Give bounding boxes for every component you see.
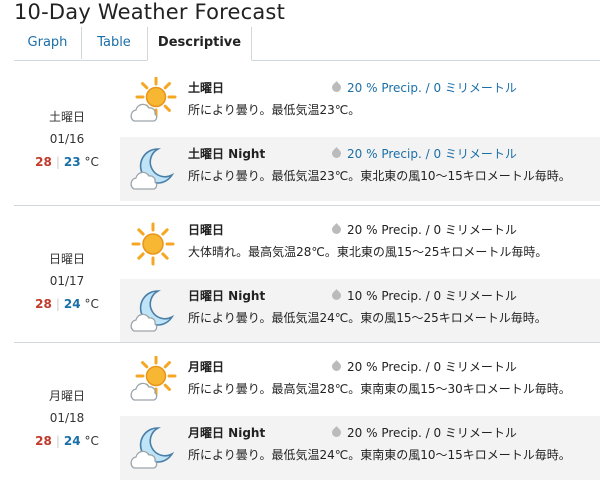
precip-amount: 0 — [433, 426, 442, 440]
period-name: 土曜日 Night — [188, 147, 266, 161]
period-description: 所により曇り。最低気温23℃。 — [188, 103, 361, 117]
raindrop-icon — [330, 289, 343, 302]
high-temp: 28 — [35, 434, 52, 448]
day-summary: 日曜日 01/17 28 | 24 °C — [14, 250, 120, 311]
precip-unit: ミリメートル — [444, 289, 517, 303]
period-name: 日曜日 Night — [188, 289, 266, 303]
day-name: 日曜日 — [48, 252, 85, 266]
precip-amount: 0 — [433, 360, 442, 374]
period-name: 月曜日 Night — [188, 426, 266, 440]
day-summary: 月曜日 01/18 28 | 24 °C — [14, 387, 120, 448]
precip-amount: 0 — [433, 223, 442, 237]
period-description: 所により曇り。最低気温24℃。東南東の風10～15キロメートル毎時。 — [188, 448, 571, 462]
high-temp: 28 — [35, 155, 52, 169]
forecast-period: 土曜日 Night 20 % Precip. / 0 ミリメートル 所により曇り… — [120, 137, 600, 201]
precip-info: 20 % Precip. / 0 ミリメートル — [330, 424, 517, 441]
forecast-period: 日曜日 20 % Precip. / 0 ミリメートル 大体晴れ。最高気温28℃… — [120, 213, 600, 277]
precip-unit: ミリメートル — [444, 147, 517, 161]
forecast-period: 月曜日 Night 20 % Precip. / 0 ミリメートル 所により曇り… — [120, 416, 600, 480]
precip-percent: 10 — [347, 289, 363, 303]
period-description: 所により曇り。最高気温28℃。東南東の風15～30キロメートル毎時。 — [188, 382, 571, 396]
period-description: 大体晴れ。最高気温28℃。東北東の風15～25キロメートル毎時。 — [188, 245, 548, 259]
period-name: 日曜日 — [188, 223, 225, 237]
tab-descriptive[interactable]: Descriptive — [147, 27, 252, 61]
temp-unit: °C — [84, 434, 99, 448]
precip-percent: 20 — [347, 426, 363, 440]
day-temps: 28 | 24 °C — [35, 434, 99, 448]
precip-info: 20 % Precip. / 0 ミリメートル — [330, 221, 517, 238]
day-temps: 28 | 23 °C — [35, 155, 99, 169]
raindrop-icon — [330, 81, 343, 94]
precip-unit: ミリメートル — [444, 223, 517, 237]
temp-unit: °C — [84, 297, 99, 311]
temp-unit: °C — [84, 155, 99, 169]
low-temp: 23 — [63, 155, 81, 169]
day-date: 01/16 — [49, 132, 85, 146]
day-row: 日曜日 01/17 28 | 24 °C 日曜日 20 % Precip. / 0 … — [0, 205, 600, 343]
precip-percent: 20 — [347, 147, 363, 161]
day-temps: 28 | 24 °C — [35, 297, 99, 311]
day-row: 月曜日 01/18 28 | 24 °C 月曜日 20 % Precip. / 0 … — [0, 342, 600, 480]
day-name: 土曜日 — [48, 110, 85, 124]
precip-percent: 20 — [347, 223, 363, 237]
precip-percent: 20 — [347, 81, 363, 95]
sun-cloud-icon — [128, 355, 178, 406]
low-temp: 24 — [63, 434, 81, 448]
precip-label: % Precip. / — [366, 360, 430, 374]
precip-unit: ミリメートル — [444, 426, 517, 440]
precip-info: 20 % Precip. / 0 ミリメートル — [330, 79, 517, 96]
precip-amount: 0 — [433, 81, 442, 95]
precip-unit: ミリメートル — [444, 81, 517, 95]
sun-cloud-icon — [128, 76, 178, 127]
period-name: 土曜日 — [188, 81, 225, 95]
sun-icon — [128, 219, 178, 269]
precip-label: % Precip. / — [366, 147, 430, 161]
precip-info: 20 % Precip. / 0 ミリメートル — [330, 145, 517, 162]
raindrop-icon — [330, 360, 343, 373]
precip-unit: ミリメートル — [444, 360, 517, 374]
raindrop-icon — [330, 426, 343, 439]
precip-label: % Precip. / — [366, 81, 430, 95]
day-row: 土曜日 01/16 28 | 23 °C 土曜日 20 % Precip. / 0 … — [0, 63, 600, 201]
view-tabs: Graph Table Descriptive — [14, 27, 600, 61]
high-temp: 28 — [35, 297, 52, 311]
page-title: 10-Day Weather Forecast — [14, 0, 285, 24]
precip-label: % Precip. / — [366, 426, 430, 440]
precip-info: 20 % Precip. / 0 ミリメートル — [330, 358, 517, 375]
precip-label: % Precip. / — [366, 289, 430, 303]
moon-cloud-icon — [128, 422, 178, 472]
period-description: 所により曇り。最低気温23℃。東北東の風10～15キロメートル毎時。 — [188, 169, 571, 183]
day-summary: 土曜日 01/16 28 | 23 °C — [14, 108, 120, 169]
day-date: 01/18 — [49, 411, 85, 425]
precip-percent: 20 — [347, 360, 363, 374]
precip-info: 10 % Precip. / 0 ミリメートル — [330, 287, 517, 304]
period-description: 所により曇り。最低気温24℃。東の風15～25キロメートル毎時。 — [188, 311, 547, 325]
period-name: 月曜日 — [188, 360, 225, 374]
forecast-period: 土曜日 20 % Precip. / 0 ミリメートル 所により曇り。最低気温2… — [120, 71, 600, 135]
moon-cloud-icon — [128, 143, 178, 193]
raindrop-icon — [330, 223, 343, 236]
precip-amount: 0 — [433, 289, 442, 303]
raindrop-icon — [330, 147, 343, 160]
forecast-period: 月曜日 20 % Precip. / 0 ミリメートル 所により曇り。最高気温2… — [120, 350, 600, 414]
forecast-period: 日曜日 Night 10 % Precip. / 0 ミリメートル 所により曇り… — [120, 279, 600, 343]
day-name: 月曜日 — [48, 389, 85, 403]
moon-cloud-icon — [128, 285, 178, 335]
precip-label: % Precip. / — [366, 223, 430, 237]
tab-graph[interactable]: Graph — [14, 27, 82, 59]
day-date: 01/17 — [49, 274, 85, 288]
precip-amount: 0 — [433, 147, 442, 161]
tab-table[interactable]: Table — [81, 27, 148, 59]
low-temp: 24 — [63, 297, 81, 311]
